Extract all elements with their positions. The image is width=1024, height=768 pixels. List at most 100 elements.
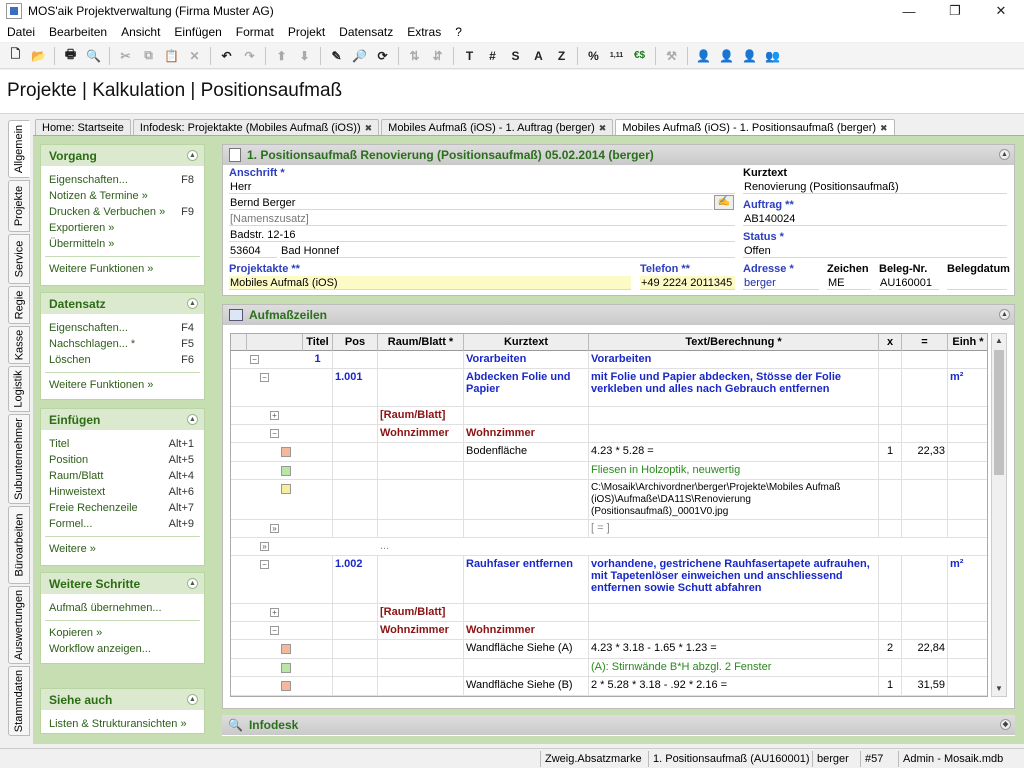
collapse-icon[interactable]: ▲ bbox=[999, 149, 1010, 160]
link-position[interactable]: Position Alt+5 bbox=[41, 452, 204, 468]
col-eq[interactable]: = bbox=[902, 334, 948, 351]
link-formel[interactable]: Formel... Alt+9 bbox=[41, 516, 204, 532]
section-header[interactable]: 1. Positionsaufmaß Renovierung (Position… bbox=[223, 145, 1014, 165]
percent-button[interactable]: % bbox=[583, 46, 604, 66]
tree-collapse-icon[interactable]: − bbox=[270, 429, 279, 438]
delete-icon[interactable]: ✕ bbox=[184, 46, 205, 66]
belegnr-field[interactable]: AU160001 bbox=[879, 276, 939, 290]
collapse-icon[interactable]: ▲ bbox=[999, 309, 1010, 320]
collapse-icon[interactable]: ▲ bbox=[187, 414, 198, 425]
section-header[interactable]: 🔍 Infodesk ◆ bbox=[222, 715, 1015, 735]
section-header[interactable]: Aufmaßzeilen ▲ bbox=[223, 305, 1014, 325]
link-aufmass-uebernehmen[interactable]: Aufmaß übernehmen... bbox=[41, 600, 204, 616]
col-text[interactable]: Text/Berechnung * bbox=[589, 334, 879, 351]
zeichen-field[interactable]: ME bbox=[827, 276, 871, 290]
link-weitere[interactable]: Weitere » bbox=[41, 541, 204, 557]
tools-icon[interactable]: ⚒ bbox=[661, 46, 682, 66]
menu-extras[interactable]: Extras bbox=[400, 25, 448, 39]
vtab-subunternehmer[interactable]: Subunternehmer bbox=[8, 414, 30, 504]
tree-expand-icon[interactable]: + bbox=[270, 411, 279, 420]
close-button[interactable]: ✕ bbox=[978, 0, 1024, 22]
copy-icon[interactable]: ⧉ bbox=[138, 46, 159, 66]
vtab-allgemein[interactable]: Allgemein bbox=[8, 120, 30, 178]
format-a-button[interactable]: A bbox=[528, 46, 549, 66]
table-row[interactable]: (A): Stirnwände B*H abzgl. 2 Fenster bbox=[231, 659, 987, 677]
user-group-icon[interactable]: 👥 bbox=[762, 46, 783, 66]
tree-more-icon[interactable]: » bbox=[260, 542, 269, 551]
menu-help[interactable]: ? bbox=[448, 25, 469, 39]
expand-icon[interactable]: ◆ bbox=[1000, 719, 1011, 730]
signature-icon[interactable]: ✍ bbox=[714, 195, 734, 210]
table-row[interactable]: − 1 Vorarbeiten Vorarbeiten bbox=[231, 351, 987, 369]
auftrag-field[interactable]: AB140024 bbox=[743, 212, 1007, 226]
print-preview-icon[interactable]: 🔍 bbox=[83, 46, 104, 66]
tree-collapse-icon[interactable]: − bbox=[260, 373, 269, 382]
table-row[interactable]: Wandfläche Siehe (A) 4.23 * 3.18 - 1.65 … bbox=[231, 640, 987, 659]
link-nachschlagen[interactable]: Nachschlagen... * F5 bbox=[41, 336, 204, 352]
tab-startseite[interactable]: Home: Startseite bbox=[35, 119, 131, 136]
status-field[interactable]: Offen bbox=[743, 244, 1007, 258]
format-hash-button[interactable]: # bbox=[482, 46, 503, 66]
move-up-icon[interactable]: ⬆ bbox=[271, 46, 292, 66]
refresh-icon[interactable]: ⟳ bbox=[372, 46, 393, 66]
link-notizen[interactable]: Notizen & Termine » bbox=[41, 188, 204, 204]
decimal-button[interactable]: 1,11 bbox=[606, 46, 627, 66]
col-titel[interactable]: Titel bbox=[303, 334, 333, 351]
table-row[interactable]: » ... bbox=[231, 538, 987, 556]
cut-icon[interactable]: ✂ bbox=[115, 46, 136, 66]
scroll-down-icon[interactable]: ▼ bbox=[992, 682, 1006, 696]
tree-more-icon[interactable]: » bbox=[270, 524, 279, 533]
vtab-projekte[interactable]: Projekte bbox=[8, 180, 30, 232]
menu-format[interactable]: Format bbox=[229, 25, 281, 39]
tree-collapse-icon[interactable]: − bbox=[250, 355, 259, 364]
collapse-icon[interactable]: ▲ bbox=[187, 694, 198, 705]
name-field[interactable]: Bernd Berger bbox=[229, 196, 713, 210]
menu-projekt[interactable]: Projekt bbox=[281, 25, 332, 39]
table-row[interactable]: − Wohnzimmer Wohnzimmer bbox=[231, 622, 987, 640]
panel-header[interactable]: Siehe auch ▲ bbox=[41, 689, 204, 710]
anrede-field[interactable]: Herr bbox=[229, 180, 735, 194]
vtab-service[interactable]: Service bbox=[8, 234, 30, 284]
move-down-icon[interactable]: ⬇ bbox=[294, 46, 315, 66]
close-icon[interactable]: ✖ bbox=[880, 123, 888, 134]
table-row[interactable]: + [Raum/Blatt] bbox=[231, 407, 987, 425]
link-uebermitteln[interactable]: Übermitteln » bbox=[41, 236, 204, 252]
collapse-icon[interactable]: ▲ bbox=[187, 578, 198, 589]
close-icon[interactable]: ✖ bbox=[365, 123, 373, 134]
link-eigenschaften[interactable]: Eigenschaften... F4 bbox=[41, 320, 204, 336]
link-freie-rechenzeile[interactable]: Freie Rechenzeile Alt+7 bbox=[41, 500, 204, 516]
tab-infodesk[interactable]: Infodesk: Projektakte (Mobiles Aufmaß (i… bbox=[132, 119, 380, 136]
tree-collapse-icon[interactable]: − bbox=[270, 626, 279, 635]
menu-datei[interactable]: Datei bbox=[0, 25, 42, 39]
link-listen[interactable]: Listen & Strukturansichten » bbox=[41, 716, 204, 732]
namenszusatz-field[interactable]: [Namenszusatz] bbox=[229, 212, 735, 226]
vtab-logistik[interactable]: Logistik bbox=[8, 366, 30, 412]
tab-auftrag[interactable]: Mobiles Aufmaß (iOS) - 1. Auftrag (berge… bbox=[381, 119, 614, 136]
sort-descending-icon[interactable]: ⇵ bbox=[427, 46, 448, 66]
paste-icon[interactable]: 📋 bbox=[161, 46, 182, 66]
panel-header[interactable]: Datensatz ▲ bbox=[41, 293, 204, 314]
table-row[interactable]: − 1.001 Abdecken Folie und Papier mit Fo… bbox=[231, 369, 987, 407]
kurztext-field[interactable]: Renovierung (Positionsaufmaß) bbox=[743, 180, 1007, 194]
minimize-button[interactable]: — bbox=[886, 0, 932, 22]
col-kurztext[interactable]: Kurztext bbox=[464, 334, 589, 351]
link-workflow[interactable]: Workflow anzeigen... bbox=[41, 641, 204, 657]
format-t-button[interactable]: T bbox=[459, 46, 480, 66]
maximize-button[interactable]: ❐ bbox=[932, 0, 978, 22]
new-file-icon[interactable]: 🗋 bbox=[5, 46, 26, 66]
tab-positionsaufmass[interactable]: Mobiles Aufmaß (iOS) - 1. Positionsaufma… bbox=[615, 119, 895, 136]
col-pos[interactable]: Pos bbox=[333, 334, 378, 351]
tree-expand-icon[interactable]: + bbox=[270, 608, 279, 617]
adresse-field[interactable]: berger bbox=[743, 276, 819, 290]
menu-bearbeiten[interactable]: Bearbeiten bbox=[42, 25, 114, 39]
col-x[interactable]: x bbox=[879, 334, 902, 351]
vertical-scrollbar[interactable]: ▲ ▼ bbox=[991, 333, 1007, 697]
undo-icon[interactable]: ↶ bbox=[216, 46, 237, 66]
link-weitere-funktionen[interactable]: Weitere Funktionen » bbox=[41, 261, 204, 277]
link-exportieren[interactable]: Exportieren » bbox=[41, 220, 204, 236]
tree-collapse-icon[interactable]: − bbox=[260, 560, 269, 569]
vtab-regie[interactable]: Regie bbox=[8, 286, 30, 324]
plz-field[interactable]: 53604 bbox=[229, 244, 277, 258]
link-kopieren[interactable]: Kopieren » bbox=[41, 625, 204, 641]
table-row[interactable]: Fliesen in Holzoptik, neuwertig bbox=[231, 462, 987, 480]
